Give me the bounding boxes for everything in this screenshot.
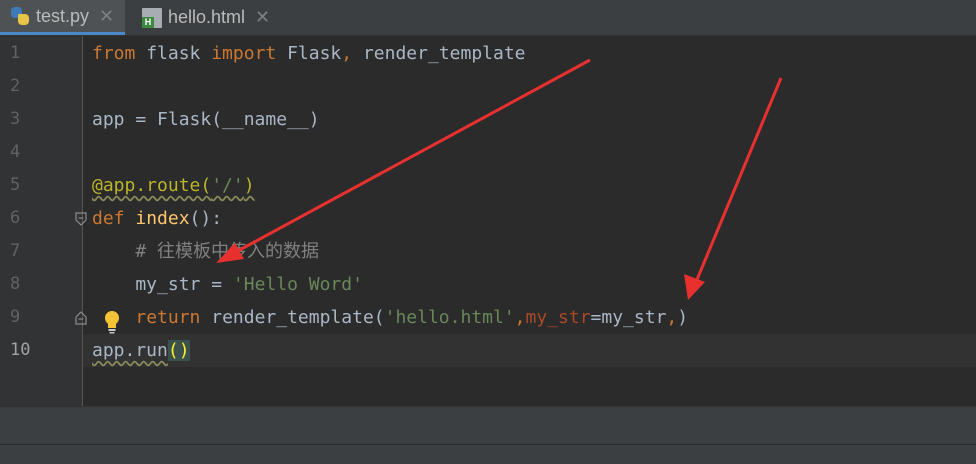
lightbulb-icon[interactable]: [103, 310, 121, 334]
code-text[interactable]: app = Flask(__name__): [92, 103, 320, 136]
line-number: 2: [10, 76, 21, 96]
line-number: 6: [10, 208, 21, 228]
tab-label: test.py: [36, 5, 90, 26]
editor-tab-bar: test.py ✕ H hello.html ✕: [0, 0, 976, 36]
line-number: 1: [10, 43, 21, 63]
code-text[interactable]: return render_template('hello.html',my_s…: [92, 301, 688, 334]
code-text[interactable]: from flask import Flask, render_template: [92, 37, 526, 70]
code-line: 5 @app.route('/'): [0, 169, 976, 202]
python-file-icon: [10, 6, 30, 26]
line-number: 9: [10, 307, 21, 327]
code-text[interactable]: def index():: [92, 202, 222, 235]
line-number: 4: [10, 142, 21, 162]
close-icon[interactable]: ✕: [255, 7, 270, 28]
code-line: 10 app.run(): [0, 334, 976, 367]
code-line: 9 return render_template('hello.html',my…: [0, 301, 976, 334]
fold-marker-icon[interactable]: [75, 212, 87, 226]
code-line: 2: [0, 70, 976, 103]
code-line: 4: [0, 136, 976, 169]
fold-end-marker-icon[interactable]: [75, 311, 87, 325]
line-number: 10: [10, 340, 31, 360]
tab-test-py[interactable]: test.py ✕: [0, 0, 125, 35]
bottom-panel: [0, 406, 976, 445]
code-line: 8 my_str = 'Hello Word': [0, 268, 976, 301]
code-text[interactable]: @app.route('/'): [92, 169, 255, 202]
tab-hello-html[interactable]: H hello.html ✕: [138, 0, 288, 35]
code-line: 6 def index():: [0, 202, 976, 235]
tab-label: hello.html: [168, 7, 246, 27]
line-number: 5: [10, 175, 21, 195]
code-line: 3 app = Flask(__name__): [0, 103, 976, 136]
line-number: 7: [10, 241, 21, 261]
code-text[interactable]: # 往模板中传入的数据: [92, 235, 319, 268]
code-text[interactable]: app.run(): [92, 334, 190, 367]
status-bar: [0, 444, 976, 464]
html-file-icon: H: [142, 7, 162, 28]
close-icon[interactable]: ✕: [99, 6, 114, 27]
line-number: 8: [10, 274, 21, 294]
code-line: 1 from flask import Flask, render_templa…: [0, 37, 976, 70]
code-line: 7 # 往模板中传入的数据: [0, 235, 976, 268]
line-number: 3: [10, 109, 21, 129]
code-text[interactable]: my_str = 'Hello Word': [92, 268, 363, 301]
